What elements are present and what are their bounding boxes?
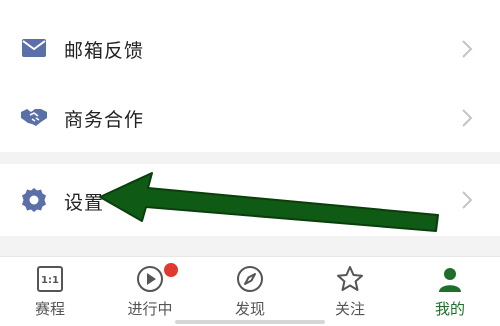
play-icon	[137, 266, 163, 292]
chevron-right-icon	[462, 40, 473, 58]
compass-icon	[237, 266, 263, 292]
menu-item-business[interactable]: 商务合作	[0, 90, 500, 152]
tab-label: 进行中	[127, 300, 173, 318]
tab-label: 我的	[434, 300, 465, 318]
schedule-icon: 1:1	[37, 266, 63, 292]
tab-label: 赛程	[34, 300, 65, 318]
chevron-right-icon	[462, 109, 473, 127]
chevron-right-icon	[462, 191, 473, 209]
gear-icon	[22, 188, 46, 212]
bottom-tab-bar: 1:1 赛程 进行中 发现 关注 我的	[0, 256, 500, 326]
home-indicator	[175, 320, 325, 324]
menu-item-mail-feedback[interactable]: 邮箱反馈	[0, 0, 500, 90]
mail-icon	[22, 39, 46, 57]
tab-live[interactable]: 进行中	[100, 257, 200, 326]
tab-mine[interactable]: 我的	[400, 257, 500, 326]
tab-schedule[interactable]: 1:1 赛程	[0, 257, 100, 326]
menu-label-business: 商务合作	[64, 109, 145, 131]
tab-follow[interactable]: 关注	[300, 257, 400, 326]
tab-discover[interactable]: 发现	[200, 257, 300, 326]
tab-label: 发现	[234, 300, 265, 318]
star-icon	[337, 266, 363, 291]
tab-label: 关注	[334, 300, 365, 318]
menu-label-settings: 设置	[64, 192, 105, 214]
schedule-icon-text: 1:1	[41, 275, 59, 286]
profile-icon	[439, 268, 461, 292]
menu-label-mail-feedback: 邮箱反馈	[64, 40, 145, 62]
live-badge	[164, 263, 178, 277]
handshake-icon	[21, 109, 47, 126]
mine-page: 邮箱反馈 商务合作 设置 1:1 赛程 进行中 发现 关注 我的	[0, 0, 500, 326]
menu-item-settings[interactable]: 设置	[0, 164, 500, 236]
